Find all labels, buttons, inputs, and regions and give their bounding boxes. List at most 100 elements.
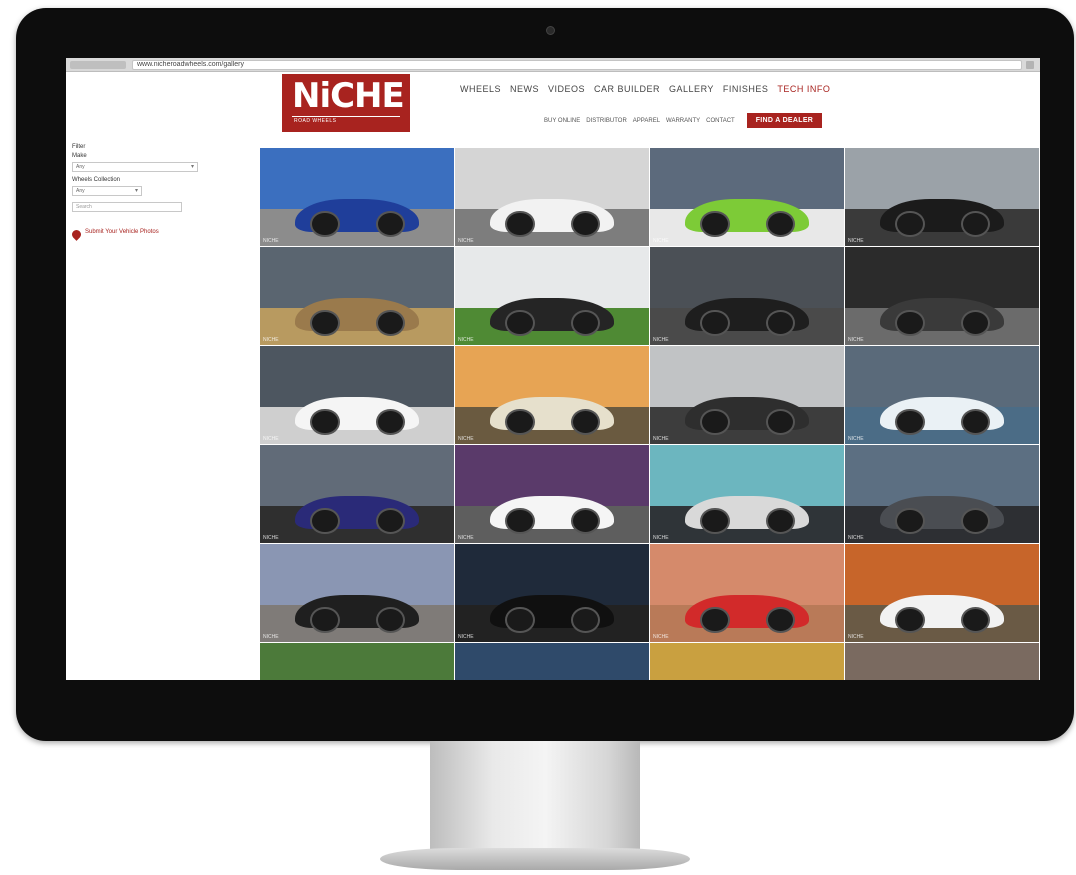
search-input[interactable]: Search — [72, 202, 182, 212]
nav-item-videos[interactable]: VIDEOS — [548, 84, 585, 94]
logo-subtext: ROAD WHEELS — [292, 116, 400, 125]
make-label: Make — [72, 153, 87, 159]
sub-nav: BUY ONLINE DISTRIBUTOR APPAREL WARRANTY … — [544, 113, 823, 128]
monitor-stand-base — [380, 848, 690, 870]
photo-watermark: NICHE — [263, 238, 279, 244]
browser-nav-buttons[interactable] — [70, 61, 126, 69]
subnav-apparel[interactable]: APPAREL — [633, 118, 660, 124]
url-field[interactable]: www.nicheroadwheels.com/gallery — [132, 60, 1022, 70]
photo-watermark: NICHE — [848, 337, 864, 343]
gallery-photo-blue-sports-coupe[interactable]: NICHE — [260, 445, 454, 543]
wheel-icon — [505, 507, 535, 535]
photo-watermark: NICHE — [653, 535, 669, 541]
submit-photos-link[interactable]: Submit Your Vehicle Photos — [70, 228, 242, 241]
filters-title: Filter — [72, 144, 86, 150]
photo-watermark: NICHE — [458, 535, 474, 541]
gallery-photo-black-car-desert[interactable]: NICHE — [260, 544, 454, 642]
photo-watermark: NICHE — [848, 634, 864, 640]
browser-toolbar: www.nicheroadwheels.com/gallery — [66, 58, 1040, 72]
gallery-photo-white-ford-fusion[interactable]: NICHE — [260, 346, 454, 444]
site-logo[interactable]: NiCHE ROAD WHEELS — [282, 74, 410, 132]
nav-item-car-builder[interactable]: CAR BUILDER — [594, 84, 660, 94]
photo-watermark: NICHE — [458, 634, 474, 640]
photo-watermark: NICHE — [653, 238, 669, 244]
wheel-icon — [310, 309, 340, 337]
gallery-photo-black-sedan-showroom[interactable]: NICHE — [845, 148, 1039, 246]
gallery-photo-green-gtr[interactable]: NICHE — [650, 148, 844, 246]
nav-item-gallery[interactable]: GALLERY — [669, 84, 714, 94]
chevron-down-icon: ▾ — [134, 188, 138, 194]
find-dealer-button[interactable]: FIND A DEALER — [746, 113, 823, 128]
gallery-photo-partial[interactable] — [455, 643, 649, 680]
subnav-contact[interactable]: CONTACT — [706, 118, 735, 124]
wheel-icon — [700, 309, 730, 337]
gallery-photo-bronze-coupe[interactable]: NICHE — [260, 247, 454, 345]
make-select-value: Any — [76, 164, 85, 170]
location-pin-icon — [70, 228, 83, 241]
wheel-icon — [895, 606, 925, 634]
gallery-photo-black-range-rover[interactable]: NICHE — [650, 247, 844, 345]
gallery-photo-red-slingshot[interactable]: NICHE — [650, 544, 844, 642]
wheel-collection-value: Any — [76, 188, 85, 194]
monitor-stand — [430, 741, 640, 851]
wheel-collection-select[interactable]: Any ▾ — [72, 186, 142, 196]
gallery-photo-partial[interactable] — [260, 643, 454, 680]
gallery-photo-black-lexus[interactable]: NICHE — [455, 544, 649, 642]
wheel-icon — [895, 210, 925, 238]
photo-watermark: NICHE — [653, 436, 669, 442]
photo-watermark: NICHE — [263, 337, 279, 343]
logo-text: NiCHE — [292, 76, 405, 116]
wheel-icon — [895, 309, 925, 337]
subnav-warranty[interactable]: WARRANTY — [666, 118, 700, 124]
webcam-icon — [546, 26, 555, 35]
gallery-photo-white-explorer[interactable]: NICHE — [455, 445, 649, 543]
browser-close-icon[interactable] — [1026, 61, 1034, 69]
wheel-icon — [505, 606, 535, 634]
gallery-photo-white-sedan-hyperdrive[interactable]: NICHE — [455, 148, 649, 246]
photo-watermark: NICHE — [263, 634, 279, 640]
nav-item-tech-info[interactable]: TECH INFO — [777, 84, 830, 94]
browser-screen: www.nicheroadwheels.com/gallery NiCHE RO… — [66, 58, 1040, 680]
subnav-distributor[interactable]: DISTRIBUTOR — [586, 118, 627, 124]
wheel-icon — [700, 408, 730, 436]
wheel-icon — [700, 606, 730, 634]
wheel-icon — [700, 210, 730, 238]
wheel-icon — [700, 507, 730, 535]
gallery-photo-white-mustang-autumn[interactable]: NICHE — [845, 544, 1039, 642]
photo-watermark: NICHE — [848, 535, 864, 541]
filter-sidebar: Filter Make Any ▾ Wheels Collection Any … — [70, 144, 242, 241]
main-nav: WHEELS NEWS VIDEOS CAR BUILDER GALLERY F… — [460, 84, 830, 94]
gallery-photo-silver-supra[interactable]: NICHE — [650, 445, 844, 543]
wheel-icon — [310, 408, 340, 436]
photo-watermark: NICHE — [263, 535, 279, 541]
wheel-icon — [505, 309, 535, 337]
photo-watermark: NICHE — [263, 436, 279, 442]
gallery-photo-dark-sedan-garage[interactable]: NICHE — [650, 346, 844, 444]
photo-watermark: NICHE — [458, 436, 474, 442]
wheel-icon — [310, 210, 340, 238]
photo-watermark: NICHE — [653, 337, 669, 343]
gallery-photo-partial[interactable] — [845, 643, 1039, 680]
nav-item-news[interactable]: NEWS — [510, 84, 539, 94]
gallery-photo-blue-coupe[interactable]: NICHE — [260, 148, 454, 246]
nav-item-wheels[interactable]: WHEELS — [460, 84, 501, 94]
photo-watermark: NICHE — [458, 238, 474, 244]
photo-gallery: NICHE NICHE NICHE NICHE NICHE NICHE NICHE NICHE… — [260, 148, 1040, 680]
submit-photos-label: Submit Your Vehicle Photos — [85, 229, 159, 235]
gallery-photo-grey-audi-suv[interactable]: NICHE — [845, 247, 1039, 345]
photo-watermark: NICHE — [653, 634, 669, 640]
wheel-icon — [310, 606, 340, 634]
gallery-photo-black-suv-grass[interactable]: NICHE — [455, 247, 649, 345]
gallery-photo-grey-cayenne[interactable]: NICHE — [845, 445, 1039, 543]
gallery-photo-white-sedan-sunset[interactable]: NICHE — [455, 346, 649, 444]
gallery-photo-white-mustang-bridge[interactable]: NICHE — [845, 346, 1039, 444]
nav-item-finishes[interactable]: FINISHES — [723, 84, 769, 94]
wheel-icon — [895, 408, 925, 436]
wheel-collection-label: Wheels Collection — [72, 177, 121, 183]
subnav-buy-online[interactable]: BUY ONLINE — [544, 118, 580, 124]
wheel-icon — [895, 507, 925, 535]
photo-watermark: NICHE — [458, 337, 474, 343]
make-select[interactable]: Any ▾ — [72, 162, 198, 172]
gallery-photo-partial[interactable] — [650, 643, 844, 680]
photo-watermark: NICHE — [848, 436, 864, 442]
